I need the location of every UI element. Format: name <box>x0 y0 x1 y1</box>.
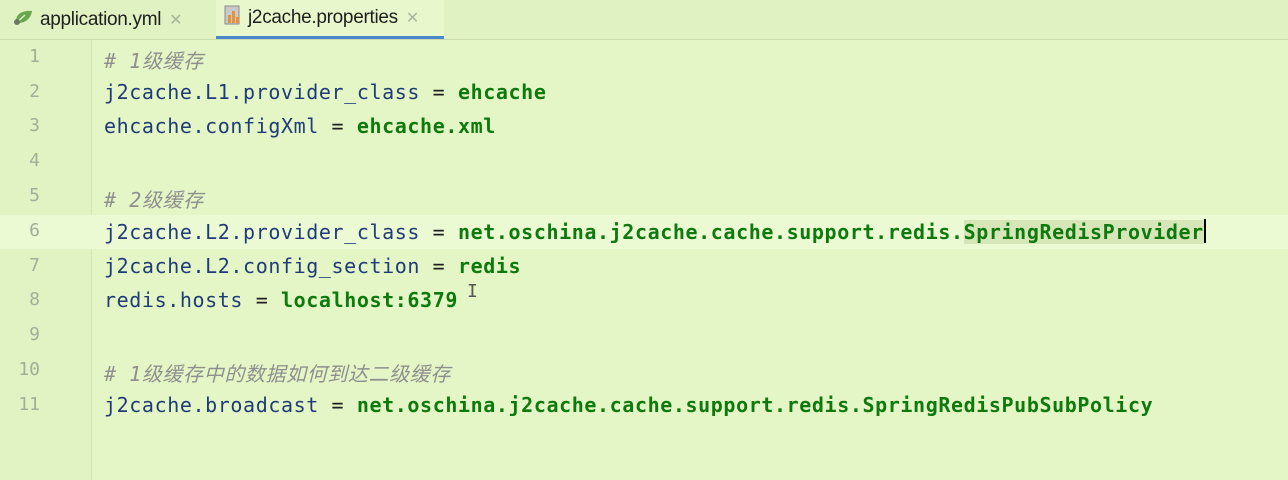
property-separator: = <box>318 114 357 138</box>
line-number: 8 <box>29 289 40 310</box>
line-content: ehcache.configXml = ehcache.xml <box>104 114 496 138</box>
line-number: 11 <box>18 394 40 415</box>
code-line[interactable]: 7 j2cache.L2.config_section = redis <box>0 250 1288 284</box>
line-content: j2cache.broadcast = net.oschina.j2cache.… <box>104 393 1153 417</box>
property-key: j2cache.L2.provider_class <box>104 220 421 244</box>
code-line[interactable]: 4 <box>0 145 1288 179</box>
property-key: ehcache.configXml <box>104 114 319 138</box>
property-separator: = <box>420 254 458 278</box>
code-line[interactable]: 11 j2cache.broadcast = net.oschina.j2cac… <box>0 389 1288 423</box>
yaml-file-icon <box>12 7 36 33</box>
code-line[interactable]: 9 <box>0 319 1288 353</box>
property-key: j2cache.broadcast <box>104 393 319 417</box>
text-caret <box>1203 219 1206 243</box>
code-line[interactable]: 2 j2cache.L1.provider_class = ehcache <box>0 76 1288 110</box>
tab-application-yml[interactable]: application.yml ✕ <box>12 0 208 39</box>
code-line[interactable]: 3 ehcache.configXml = ehcache.xml <box>0 110 1288 144</box>
line-content: # 1级缓存中的数据如何到达二级缓存 <box>104 358 451 387</box>
line-number: 10 <box>18 359 40 380</box>
line-content: j2cache.L2.provider_class = net.oschina.… <box>104 219 1206 244</box>
property-value: ehcache.xml <box>356 114 496 138</box>
property-key: j2cache.L2.config_section <box>104 254 421 278</box>
line-number: 9 <box>29 324 40 345</box>
comment-text: # 2级缓存 <box>104 188 204 212</box>
tab-label: j2cache.properties <box>248 7 398 28</box>
line-content: redis.hosts = localhost:6379 <box>104 288 458 312</box>
line-content: j2cache.L2.config_section = redis <box>104 254 521 278</box>
code-line[interactable]: 5 # 2级缓存 <box>0 180 1288 214</box>
properties-file-icon <box>222 4 244 32</box>
line-content: # 1级缓存 <box>104 45 204 74</box>
close-icon[interactable]: ✕ <box>169 10 182 30</box>
code-line-current[interactable]: 6 j2cache.L2.provider_class = net.oschin… <box>0 215 1288 249</box>
tab-label: application.yml <box>40 8 162 30</box>
code-line[interactable]: 10 # 1级缓存中的数据如何到达二级缓存 <box>0 354 1288 388</box>
property-value: net.oschina.j2cache.cache.support.redis. <box>457 220 964 244</box>
property-separator: = <box>420 220 458 244</box>
property-value: ehcache <box>457 80 547 104</box>
code-editor[interactable]: 1 # 1级缓存 2 j2cache.L1.provider_class = e… <box>0 40 1288 480</box>
property-key: redis.hosts <box>104 288 244 312</box>
text-cursor-icon: I <box>467 281 478 302</box>
line-number: 5 <box>29 185 40 206</box>
line-content: # 2级缓存 <box>104 184 204 213</box>
comment-text: # 1级缓存 <box>104 49 204 73</box>
property-key: j2cache.L1.provider_class <box>104 80 421 104</box>
line-number: 4 <box>29 150 40 171</box>
property-value: redis <box>457 254 522 278</box>
line-number: 1 <box>29 46 40 67</box>
property-separator: = <box>420 80 458 104</box>
line-number: 6 <box>29 220 40 241</box>
close-icon[interactable]: ✕ <box>406 8 419 28</box>
code-line[interactable]: 1 # 1级缓存 <box>0 41 1288 75</box>
tab-j2cache-properties[interactable]: j2cache.properties ✕ <box>216 0 444 39</box>
editor-tab-bar: application.yml ✕ j2cache.properties ✕ <box>0 0 1288 40</box>
code-line[interactable]: 8 redis.hosts = localhost:6379 <box>0 284 1288 318</box>
comment-text: # 1级缓存中的数据如何到达二级缓存 <box>104 362 451 386</box>
line-number: 3 <box>29 115 40 136</box>
line-number: 2 <box>29 81 40 102</box>
line-content: j2cache.L1.provider_class = ehcache <box>104 80 546 104</box>
property-separator: = <box>243 288 281 312</box>
property-value: localhost:6379 <box>281 288 458 312</box>
property-value-highlighted: SpringRedisProvider <box>963 220 1204 244</box>
line-number: 7 <box>29 255 40 276</box>
property-separator: = <box>318 393 357 417</box>
property-value: net.oschina.j2cache.cache.support.redis.… <box>356 393 1154 417</box>
